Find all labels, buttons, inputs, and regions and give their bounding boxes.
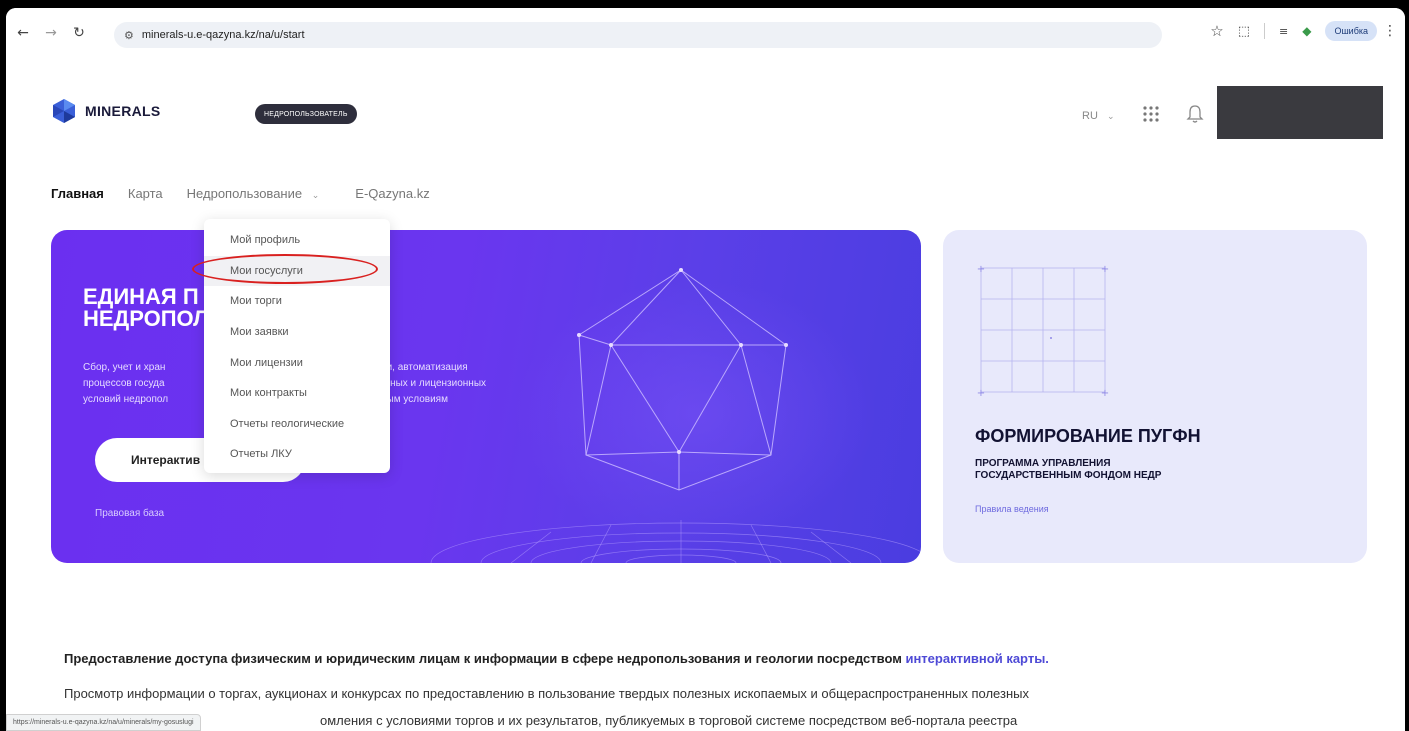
hero-desc-line: условий недропол <box>83 394 169 405</box>
svg-text:+: + <box>977 388 985 399</box>
pugfn-card[interactable]: + + + + ФОРМИРОВАНИЕ ПУГФН ПРОГРАММА УПР… <box>943 230 1367 563</box>
hero-banner: ЕДИНАЯ П НЕДРОПОЛ Сбор, учет и хран проц… <box>51 230 921 563</box>
site-logo[interactable]: MINERALS <box>51 98 161 124</box>
hero-description-right: ии, автоматизация ктных и лицензионных н… <box>381 360 486 408</box>
site-info-icon[interactable]: ⚙ <box>124 29 134 42</box>
bell-icon[interactable] <box>1186 104 1204 124</box>
hero-desc-line: ктных и лицензионных <box>381 378 487 389</box>
legal-base-link[interactable]: Правовая база <box>95 508 164 519</box>
card-subtitle: ПРОГРАММА УПРАВЛЕНИЯ ГОСУДАРСТВЕННЫМ ФОН… <box>975 458 1275 482</box>
hero-title: ЕДИНАЯ П НЕДРОПОЛ <box>83 286 209 330</box>
extension-diamond-icon[interactable]: ◆ <box>1302 24 1311 38</box>
hero-title-line1: ЕДИНАЯ П <box>83 284 199 309</box>
logo-text: MINERALS <box>85 103 161 119</box>
menu-kebab-icon[interactable]: ⋮ <box>1383 23 1397 39</box>
menu-item-my-applications[interactable]: Мои заявки <box>204 317 390 348</box>
reading-list-icon[interactable]: ≡ <box>1279 25 1288 38</box>
forward-icon[interactable]: → <box>40 22 62 44</box>
nav-item-home[interactable]: Главная <box>51 186 104 201</box>
user-profile-redacted[interactable] <box>1217 86 1383 139</box>
browser-toolbar: ← → ↻ ⚙ minerals-u.e-qazyna.kz/na/u/star… <box>6 8 1405 58</box>
hero-desc-line: ии, автоматизация <box>381 362 468 373</box>
menu-item-my-contracts[interactable]: Мои контракты <box>204 378 390 409</box>
svg-text:+: + <box>977 264 985 275</box>
menu-item-lku-reports[interactable]: Отчеты ЛКУ <box>204 439 390 470</box>
hero-title-line2: НЕДРОПОЛ <box>83 306 209 331</box>
reload-icon[interactable]: ↻ <box>68 22 90 44</box>
nav-item-e-qazyna[interactable]: E-Qazyna.kz <box>355 186 429 201</box>
back-icon[interactable]: ← <box>12 22 34 44</box>
star-icon[interactable]: ☆ <box>1210 22 1223 40</box>
hero-desc-line: Сбор, учет и хран <box>83 362 166 373</box>
svg-text:+: + <box>1101 264 1109 275</box>
menu-item-geological-reports[interactable]: Отчеты геологические <box>204 409 390 440</box>
chevron-down-icon: ⌄ <box>1106 112 1115 122</box>
language-selector[interactable]: RU ⌄ <box>1082 110 1115 122</box>
info-paragraph-3: омления с условиями торгов и их результа… <box>320 713 1018 728</box>
hero-desc-line: процессов госуда <box>83 378 165 389</box>
profile-error-button[interactable]: Ошибка <box>1325 21 1377 41</box>
highlight-annotation-circle <box>192 254 378 284</box>
language-label: RU <box>1082 110 1098 122</box>
extensions-icon[interactable]: ⬚ <box>1238 24 1250 39</box>
info-paragraph-1: Предоставление доступа физическим и юрид… <box>64 651 1049 666</box>
hero-description-left: Сбор, учет и хран процессов госуда услов… <box>83 360 168 408</box>
toolbar-divider <box>1264 23 1265 39</box>
role-badge: НЕДРОПОЛЬЗОВАТЕЛЬ <box>255 104 357 124</box>
address-url: minerals-u.e-qazyna.kz/na/u/start <box>141 29 305 41</box>
card-subtitle-line: ГОСУДАРСТВЕННЫМ ФОНДОМ НЕДР <box>975 470 1162 481</box>
info-paragraph-1-text: Предоставление доступа физическим и юрид… <box>64 651 906 666</box>
info-paragraph-2: Просмотр информации о торгах, аукционах … <box>64 686 1029 701</box>
nav-item-subsoil-use-label: Недропользование <box>186 186 303 201</box>
card-subtitle-line: ПРОГРАММА УПРАВЛЕНИЯ <box>975 458 1111 469</box>
menu-item-my-licenses[interactable]: Мои лицензии <box>204 347 390 378</box>
grid-graphic: + + + + <box>977 264 1109 399</box>
browser-window: ← → ↻ ⚙ minerals-u.e-qazyna.kz/na/u/star… <box>6 8 1405 731</box>
interactive-map-link[interactable]: интерактивной карты. <box>905 651 1048 666</box>
menu-item-my-profile[interactable]: Мой профиль <box>204 225 390 256</box>
nav-item-subsoil-use[interactable]: Недропользование ⌄ <box>187 186 320 201</box>
minerals-logo-icon <box>53 99 75 123</box>
apps-grid-icon[interactable] <box>1141 104 1161 124</box>
hero-desc-line: ным условиям <box>381 394 448 405</box>
svg-text:+: + <box>1101 388 1109 399</box>
nav-item-map[interactable]: Карта <box>128 186 163 201</box>
chevron-down-icon: ⌄ <box>311 191 320 201</box>
rules-link[interactable]: Правила ведения <box>975 504 1049 514</box>
address-bar[interactable]: ⚙ minerals-u.e-qazyna.kz/na/u/start <box>114 22 1162 48</box>
menu-item-my-auctions[interactable]: Мои торги <box>204 286 390 317</box>
browser-status-bar: https://minerals-u.e-qazyna.kz/na/u/mine… <box>6 714 201 731</box>
toolbar-actions: ☆ ⬚ ≡ ◆ Ошибка ⋮ <box>1210 21 1397 41</box>
main-nav: Главная Карта Недропользование ⌄ E-Qazyn… <box>51 186 454 201</box>
card-title: ФОРМИРОВАНИЕ ПУГФН <box>975 426 1201 446</box>
